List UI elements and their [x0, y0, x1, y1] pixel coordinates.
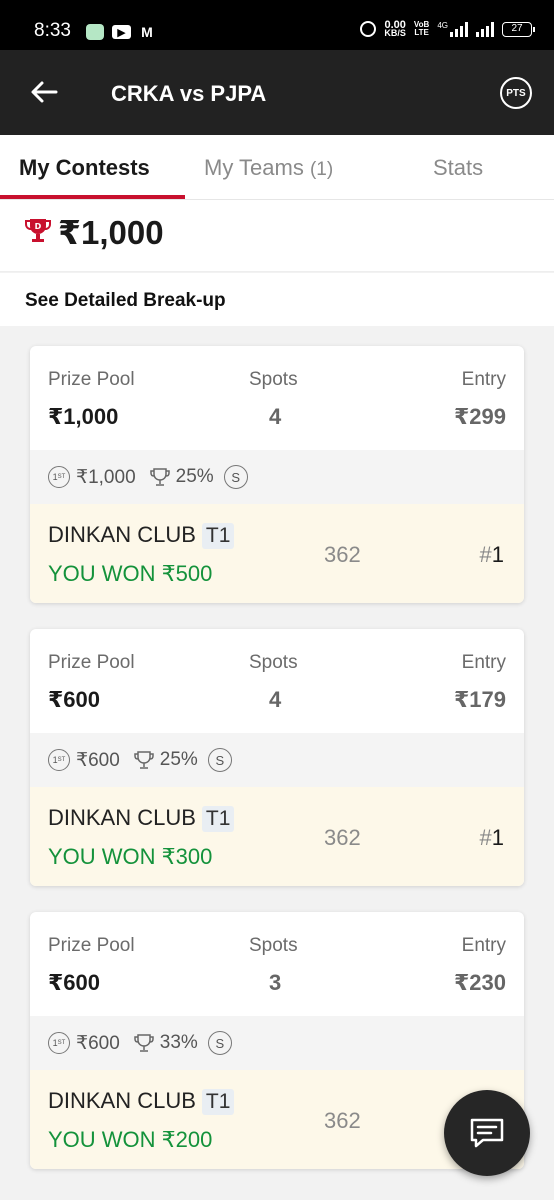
spots-label: Spots [249, 652, 298, 673]
team-points: 362 [324, 542, 361, 567]
match-title: CRKA vs PJPA [111, 81, 267, 106]
status-bar: 8:33 ▶ M 0.00 KB/S VoB LTE 4G 27 [0, 0, 554, 50]
youtube-icon: ▶ [112, 25, 131, 39]
active-tab-indicator [0, 195, 185, 199]
entry-fee: ₹299 [453, 404, 506, 429]
signal-icon-2 [476, 21, 494, 37]
signal-icon: 4G [437, 21, 468, 37]
team-points: 362 [324, 825, 361, 850]
first-place-icon: 1 ST [48, 466, 70, 488]
first-prize: ₹1,000 [76, 466, 136, 488]
single-entry-icon: S [207, 1031, 232, 1055]
prize-pool-label: Prize Pool [48, 935, 135, 956]
first-place-icon: 1 ST [48, 749, 70, 771]
team-row: DINKAN CLUB T1 YOU WON ₹300 362 #1 [30, 787, 524, 886]
detailed-breakup-link[interactable]: See Detailed Break-up [25, 290, 226, 312]
contest-card[interactable]: Prize Pool Spots Entry ₹1,000 4 ₹299 1 ST… [30, 346, 524, 603]
first-prize: ₹600 [76, 749, 120, 771]
team-name-wrap: DINKAN CLUB T1 [48, 522, 235, 549]
single-entry-icon: S [223, 465, 248, 489]
team-name: DINKAN CLUB [48, 805, 196, 830]
system-status: 0.00 KB/S VoB LTE 4G 27 [360, 19, 535, 38]
prize-pool-label: Prize Pool [48, 652, 135, 673]
team-rank: #1 [479, 542, 505, 567]
team-tag: T1 [201, 523, 235, 549]
winnings-summary: D ₹1,000 [0, 200, 554, 272]
spots-value: 3 [269, 970, 282, 995]
net-speed: 0.00 KB/S [384, 19, 406, 38]
team-row: DINKAN CLUB T1 YOU WON ₹500 362 #1 [30, 504, 524, 603]
team-name-wrap: DINKAN CLUB T1 [48, 1088, 235, 1115]
trophy-icon: D [25, 219, 51, 242]
winners-percent: 25% [159, 749, 198, 770]
entry-label: Entry [461, 369, 506, 390]
spots-value: 4 [269, 404, 282, 429]
rank-value: 1 [491, 825, 504, 850]
tab-my-teams[interactable]: My Teams (1) [204, 155, 333, 181]
breakup-row: See Detailed Break-up [0, 273, 554, 326]
notification-icons: ▶ M [86, 24, 155, 40]
spots-value: 4 [269, 687, 282, 712]
volte-icon: VoB LTE [413, 20, 430, 37]
winners-percent: 25% [175, 466, 214, 487]
app-bar: CRKA vs PJPA PTS [0, 50, 554, 135]
winners-percent: 33% [159, 1032, 198, 1053]
notification-app-icon [86, 24, 104, 40]
first-place-icon: 1 ST [48, 1032, 70, 1054]
chat-button[interactable] [444, 1090, 530, 1176]
team-name: DINKAN CLUB [48, 1088, 196, 1113]
prize-pool-value: ₹600 [48, 687, 101, 712]
prize-pool-label: Prize Pool [48, 369, 135, 390]
rank-value: 1 [491, 542, 504, 567]
tab-bar: My Contests My Teams (1) Stats [0, 135, 554, 200]
entry-fee: ₹179 [453, 687, 506, 712]
won-amount: YOU WON ₹200 [48, 1127, 213, 1152]
won-amount: YOU WON ₹500 [48, 561, 213, 586]
entry-label: Entry [461, 935, 506, 956]
entry-label: Entry [461, 652, 506, 673]
contest-card[interactable]: Prize Pool Spots Entry ₹600 4 ₹179 1 ST ₹… [30, 629, 524, 886]
single-entry-icon: S [207, 748, 232, 772]
battery-icon: 27 [502, 21, 535, 37]
status-time: 8:33 [34, 20, 71, 41]
prize-pool-value: ₹600 [48, 970, 101, 995]
contest-meta: 1 ST ₹1,000 25% S [30, 450, 524, 504]
team-tag: T1 [201, 1089, 235, 1115]
team-tag: T1 [201, 806, 235, 832]
chat-icon [470, 1118, 504, 1148]
entry-fee: ₹230 [453, 970, 506, 995]
total-winnings: ₹1,000 [58, 214, 164, 251]
team-rank: #1 [479, 825, 505, 850]
contest-meta: 1 ST ₹600 25% S [30, 733, 524, 787]
cup-icon [134, 1034, 154, 1052]
spots-label: Spots [249, 369, 298, 390]
tab-stats[interactable]: Stats [433, 155, 483, 181]
spots-label: Spots [249, 935, 298, 956]
first-prize: ₹600 [76, 1032, 120, 1054]
points-button[interactable]: PTS [500, 77, 532, 109]
cup-icon [134, 751, 154, 769]
tab-my-contests[interactable]: My Contests [19, 155, 150, 181]
arrow-left-icon [31, 81, 58, 103]
teams-count: (1) [309, 159, 334, 180]
alarm-icon [360, 21, 377, 37]
back-button[interactable] [24, 72, 64, 112]
svg-text:D: D [35, 222, 42, 231]
won-amount: YOU WON ₹300 [48, 844, 213, 869]
prize-pool-value: ₹1,000 [48, 404, 119, 429]
team-name-wrap: DINKAN CLUB T1 [48, 805, 235, 832]
gmail-icon: M [141, 24, 153, 40]
team-name: DINKAN CLUB [48, 522, 196, 547]
tab-my-teams-label: My Teams [204, 155, 304, 180]
contest-meta: 1 ST ₹600 33% S [30, 1016, 524, 1070]
cup-icon [149, 468, 170, 486]
team-points: 362 [324, 1108, 361, 1133]
